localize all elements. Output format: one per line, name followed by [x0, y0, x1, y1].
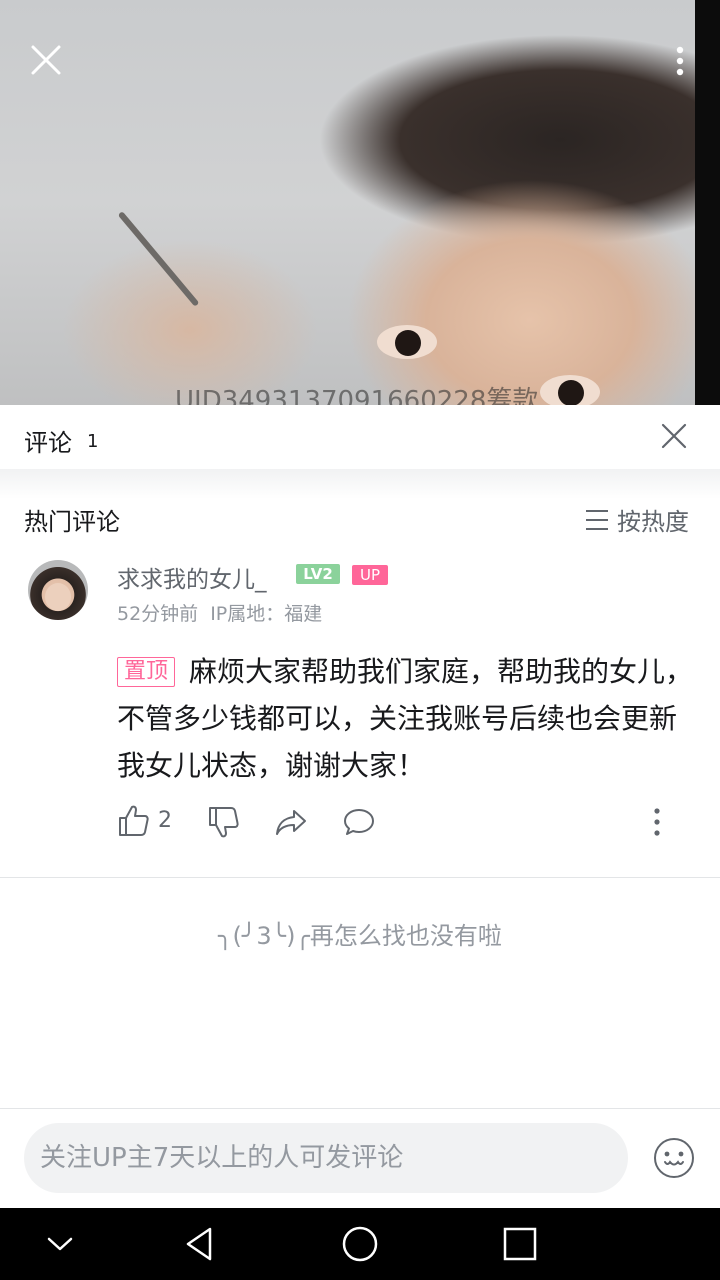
video-player[interactable]: UID3493137091660228筹款 — [0, 0, 720, 405]
close-icon[interactable] — [28, 42, 64, 78]
video-content-eye — [377, 325, 437, 359]
reply-icon[interactable] — [342, 804, 376, 840]
more-vertical-icon[interactable] — [668, 42, 692, 82]
back-triangle-icon[interactable] — [180, 1224, 220, 1264]
video-watermark: UID3493137091660228筹款 — [175, 386, 539, 405]
comment-panel-header: 评论 1 — [0, 405, 720, 469]
comment-input[interactable]: 关注UP主7天以上的人可发评论 — [24, 1123, 628, 1193]
header-divider — [0, 469, 720, 499]
chevron-down-icon[interactable] — [40, 1224, 80, 1264]
avatar-face — [45, 583, 71, 611]
sort-by-heat-button[interactable]: 按热度 — [585, 502, 689, 537]
comment-more-icon[interactable] — [647, 804, 667, 840]
up-badge: UP — [352, 565, 388, 585]
avatar[interactable] — [28, 560, 88, 620]
video-content-pencil — [117, 211, 200, 307]
pinned-tag: 置顶 — [117, 657, 176, 687]
like-button[interactable]: 2 — [117, 804, 172, 840]
comment-text: 麻烦大家帮助我们家庭，帮助我的女儿，不管多少钱都可以，关注我账号后续也会更新我女… — [117, 655, 694, 782]
comment-count: 1 — [87, 431, 99, 452]
video-edge — [695, 0, 720, 405]
comment-text-block[interactable]: 置顶 麻烦大家帮助我们家庭，帮助我的女儿，不管多少钱都可以，关注我账号后续也会更新… — [117, 648, 697, 789]
comment-time: 52分钟前 — [117, 603, 199, 625]
thumbs-down-icon[interactable] — [207, 804, 241, 840]
ip-location: IP属地：福建 — [210, 603, 323, 625]
recent-apps-square-icon[interactable] — [500, 1224, 540, 1264]
comment-meta: 52分钟前 IP属地：福建 — [117, 599, 322, 626]
end-of-comments-tip: ╮(╯3╰)╭再怎么找也没有啦 — [218, 922, 502, 950]
menu-lines-icon — [586, 509, 608, 530]
comment-separator — [0, 877, 720, 878]
username[interactable]: 求求我的女儿_ — [117, 560, 267, 594]
level-badge: LV2 — [296, 564, 340, 584]
emoji-smile-icon[interactable] — [653, 1137, 695, 1179]
panel-title: 评论 — [24, 429, 72, 457]
comment-actions: 2 — [117, 804, 677, 840]
thumbs-up-icon — [119, 805, 149, 836]
hot-comments-title: 热门评论 — [24, 508, 120, 536]
sort-label: 按热度 — [617, 508, 689, 536]
share-icon[interactable] — [274, 804, 308, 840]
video-content-eye — [540, 375, 600, 405]
close-panel-icon[interactable] — [660, 422, 688, 450]
video-frame: UID3493137091660228筹款 — [0, 0, 695, 405]
like-count: 2 — [158, 808, 172, 833]
home-circle-icon[interactable] — [340, 1224, 380, 1264]
